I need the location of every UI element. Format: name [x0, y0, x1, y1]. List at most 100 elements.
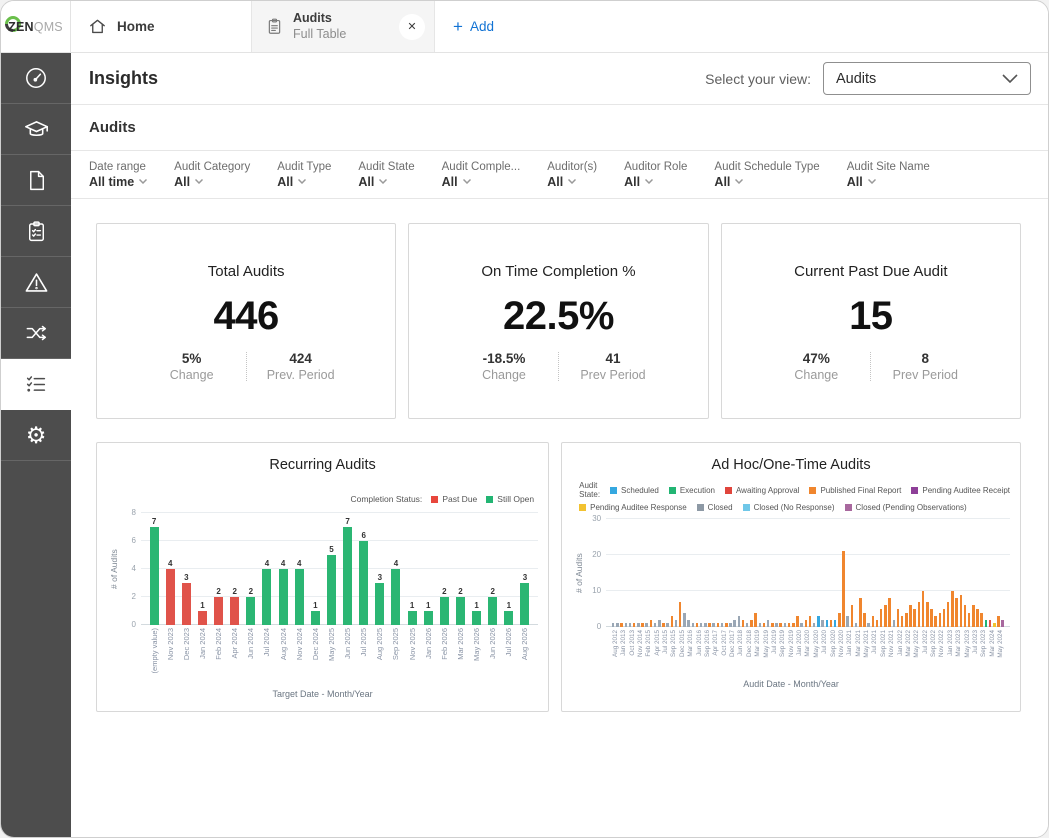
- sidebar-item-audits[interactable]: [1, 206, 71, 257]
- kpi-change-label: Change: [777, 368, 855, 382]
- x-tick: Jul 2026: [501, 628, 517, 687]
- x-tick-label: Jan 2013: [620, 630, 627, 656]
- filter-value-dropdown[interactable]: All time: [89, 175, 147, 189]
- x-tick-label: Dec 2024: [311, 628, 320, 660]
- bar: [520, 583, 529, 625]
- plus-icon: +: [453, 18, 463, 35]
- x-tick: Jan 2020: [795, 630, 803, 677]
- sidebar-item-workflows[interactable]: [1, 308, 71, 359]
- filter-value: All: [442, 175, 458, 189]
- logo-box: ZENQMS: [1, 1, 71, 52]
- bar: [504, 611, 513, 625]
- chevron-down-icon: [568, 179, 576, 184]
- filter-value-dropdown[interactable]: All: [277, 175, 331, 189]
- logo-text-zen: ZEN: [8, 20, 34, 34]
- x-tick: Sep 2021: [879, 630, 887, 677]
- bar: [918, 602, 921, 627]
- bar-column: 4: [259, 513, 275, 625]
- bar: [960, 595, 963, 627]
- bar: [311, 611, 320, 625]
- bar: [909, 605, 912, 627]
- x-tick: Mar 2024: [988, 630, 996, 677]
- bar-value-label: 1: [426, 601, 430, 610]
- x-tick-label: Jun 2025: [343, 628, 352, 659]
- filter-bar: Date range All time Audit Category All A…: [71, 151, 1048, 199]
- tab-subtitle: Full Table: [293, 27, 346, 43]
- bar: [666, 623, 669, 627]
- x-tick: Aug 2025: [372, 628, 388, 687]
- bar: [654, 623, 657, 627]
- tab-audits-full-table[interactable]: Audits Full Table ✕: [251, 1, 435, 52]
- dotted-divider: [558, 352, 559, 381]
- bar: [872, 616, 875, 627]
- filter-value-dropdown[interactable]: All: [174, 175, 250, 189]
- add-tab-button[interactable]: + Add: [435, 1, 494, 52]
- bar-value-label: 4: [265, 559, 269, 568]
- bar: [838, 613, 841, 627]
- filter-value-dropdown[interactable]: All: [442, 175, 521, 189]
- legend-item: Closed (No Response): [743, 503, 835, 512]
- kpi-title: Total Audits: [208, 263, 285, 280]
- bar-column: 1: [501, 513, 517, 625]
- filter-label: Audit Category: [174, 161, 250, 173]
- bar: [750, 620, 753, 627]
- close-tab-icon[interactable]: ✕: [399, 14, 425, 40]
- bar: [951, 591, 954, 627]
- sidebar-item-dashboard[interactable]: [1, 53, 71, 104]
- filter-value-dropdown[interactable]: All: [358, 175, 414, 189]
- filter-label: Audit Site Name: [847, 161, 930, 173]
- x-tick-label: Jul 2021: [871, 630, 878, 654]
- legend-swatch: [579, 504, 586, 511]
- y-axis-label: # of Audits: [572, 519, 586, 627]
- chevron-down-icon: [298, 179, 306, 184]
- document-icon: [24, 168, 49, 193]
- bar: [771, 623, 774, 627]
- legend-row: Pending Auditee ResponseClosedClosed (No…: [579, 503, 1010, 512]
- main-panel: Insights Select your view: Audits Audits…: [71, 53, 1048, 838]
- bar-column: [1001, 519, 1005, 627]
- filter-value-dropdown[interactable]: All: [847, 175, 930, 189]
- legend-swatch: [610, 487, 617, 494]
- sidebar-item-settings[interactable]: ⚙: [1, 410, 71, 461]
- legend-title: Completion Status:: [350, 494, 422, 504]
- x-tick-label: Jan 2023: [947, 630, 954, 656]
- bar-value-label: 4: [394, 559, 398, 568]
- x-tick-label: Jun 2026: [488, 628, 497, 659]
- tab-home[interactable]: Home: [71, 1, 251, 52]
- kpi-prev-label: Prev Period: [886, 368, 964, 382]
- x-axis-title: Audit Date - Month/Year: [572, 679, 1010, 689]
- x-tick: Mar 2022: [904, 630, 912, 677]
- sidebar-item-issues[interactable]: [1, 257, 71, 308]
- view-select-dropdown[interactable]: Audits: [823, 62, 1031, 95]
- clipboard-check-icon: [24, 219, 49, 244]
- x-tick: Sep 2015: [670, 630, 678, 677]
- bar: [867, 623, 870, 627]
- bar-value-label: 6: [361, 531, 365, 540]
- x-tick-label: Jan 2020: [796, 630, 803, 656]
- filter-value-dropdown[interactable]: All: [624, 175, 687, 189]
- kpi-stats: -18.5% Change 41 Prev Period: [465, 351, 652, 382]
- filter-value: All: [624, 175, 640, 189]
- logo-text-qms: QMS: [34, 20, 63, 34]
- bar: [246, 597, 255, 625]
- bar: [262, 569, 271, 625]
- x-tick: Nov 2020: [837, 630, 845, 677]
- bar: [717, 623, 720, 627]
- warning-triangle-icon: [23, 269, 50, 296]
- filter-value-dropdown[interactable]: All: [714, 175, 819, 189]
- sidebar-item-training[interactable]: [1, 104, 71, 155]
- x-tick: Feb 2015: [645, 630, 653, 677]
- bar-value-label: 1: [474, 601, 478, 610]
- filter-value-dropdown[interactable]: All: [547, 175, 597, 189]
- x-tick: Sep 2022: [929, 630, 937, 677]
- x-tick: Feb 2026: [436, 628, 452, 687]
- kpi-card-on-time-completion: On Time Completion % 22.5% -18.5% Change…: [408, 223, 708, 419]
- filter-label: Auditor Role: [624, 161, 687, 173]
- sidebar-item-insights[interactable]: [1, 359, 71, 410]
- sidebar-item-documents[interactable]: [1, 155, 71, 206]
- filter-value: All: [714, 175, 730, 189]
- kpi-prev-value: 8: [886, 351, 964, 366]
- bar-value-label: 1: [313, 601, 317, 610]
- bar: [922, 591, 925, 627]
- bar: [968, 613, 971, 627]
